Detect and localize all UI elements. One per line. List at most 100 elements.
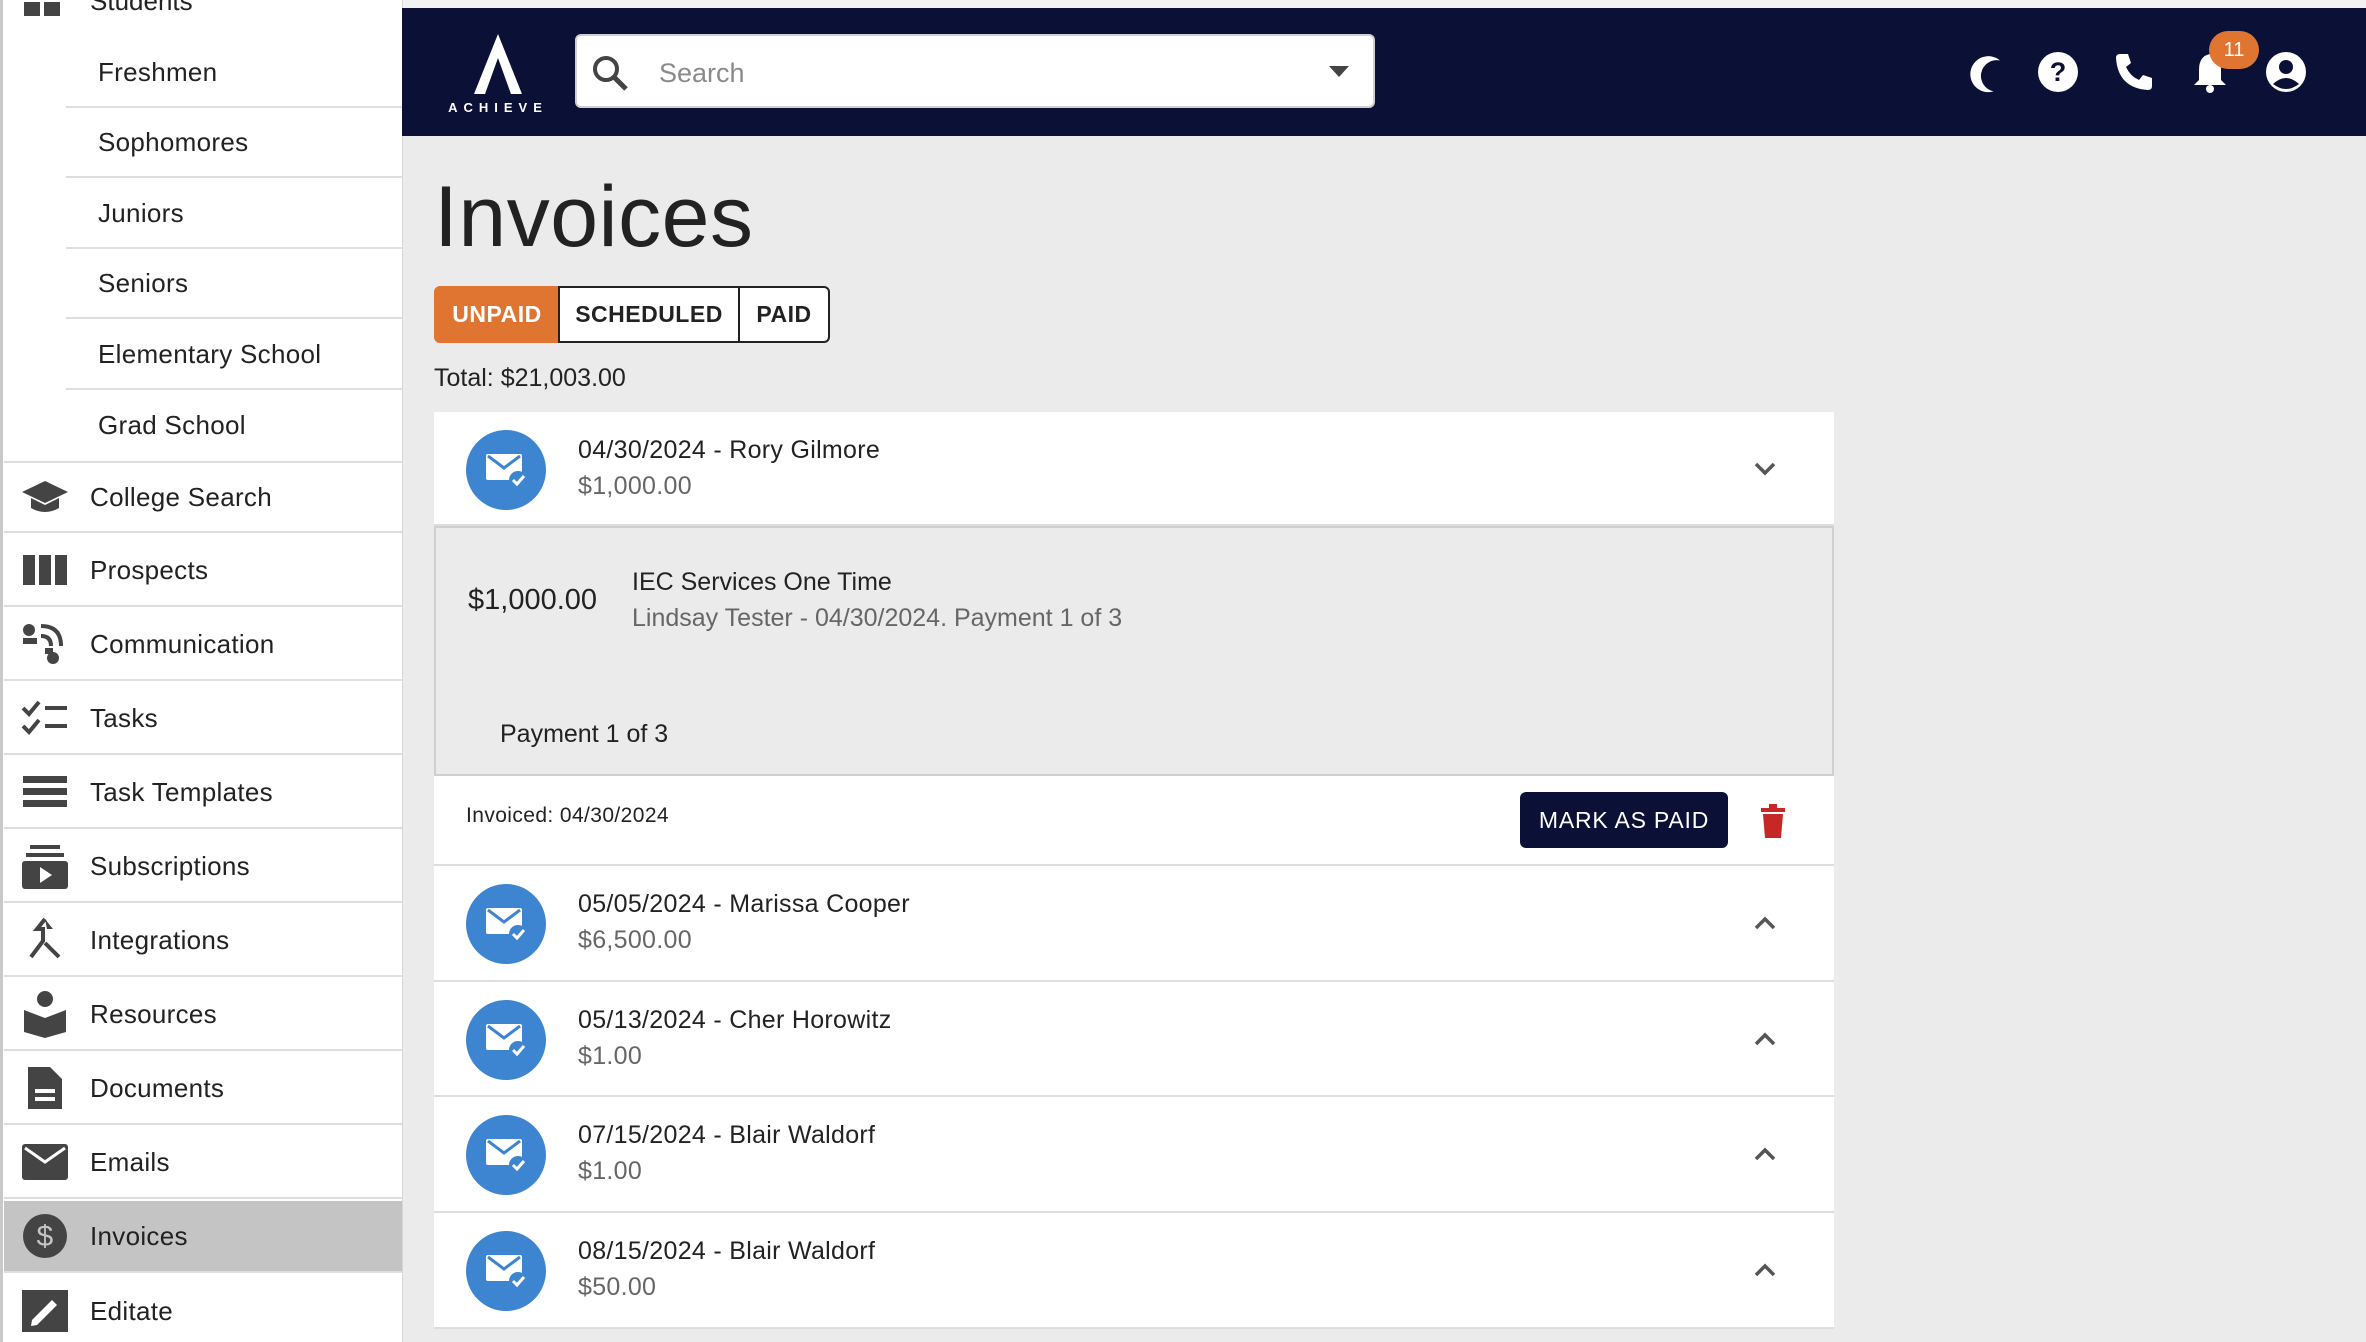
sidebar-item-label: College Search: [90, 481, 272, 512]
communication-icon: [20, 619, 70, 669]
top-app-bar: ACHIEVE ? 11: [402, 8, 2366, 136]
search-dropdown-arrow-icon[interactable]: [1329, 66, 1349, 77]
document-icon: [20, 1063, 70, 1113]
invoice-title: 04/30/2024 - Rory Gilmore: [578, 436, 881, 464]
search-icon: [593, 56, 628, 91]
invoice-amount: $1.00: [578, 1042, 643, 1070]
invoice-row[interactable]: 04/30/2024 - Rory Gilmore $1,000.00: [434, 412, 1834, 526]
sidebar-item-label: Editate: [90, 1295, 174, 1326]
mail-check-icon: [486, 454, 527, 489]
tab-paid[interactable]: PAID: [738, 286, 830, 343]
checklist-icon: [20, 693, 70, 743]
detail-service: IEC Services One Time: [632, 568, 892, 596]
invoice-title: 08/15/2024 - Blair Waldorf: [578, 1237, 876, 1265]
svg-text:$: $: [37, 1220, 54, 1253]
sidebar-item-emails[interactable]: Emails: [4, 1127, 402, 1199]
invoices-total: Total: $21,003.00: [434, 364, 626, 392]
sidebar-item-label: Students: [90, 0, 193, 16]
mail-icon: [20, 1137, 70, 1187]
invoice-title: 07/15/2024 - Blair Waldorf: [578, 1121, 876, 1149]
sidebar-item-communication[interactable]: Communication: [4, 609, 402, 681]
invoice-status-tabs: UNPAID SCHEDULED PAID: [434, 286, 830, 343]
sidebar-item-invoices[interactable]: $ Invoices: [4, 1201, 402, 1273]
page-title: Invoices: [434, 169, 754, 265]
chevron-up-icon[interactable]: [1748, 1022, 1782, 1056]
sidebar-item-task-templates[interactable]: Task Templates: [4, 757, 402, 829]
tab-unpaid[interactable]: UNPAID: [434, 286, 560, 343]
graduation-cap-icon: [20, 472, 70, 522]
invoice-row[interactable]: 05/05/2024 - Marissa Cooper $6,500.00: [434, 866, 1834, 982]
sidebar-subitem-label: Elementary School: [98, 338, 322, 369]
tab-scheduled[interactable]: SCHEDULED: [558, 286, 740, 343]
help-icon[interactable]: ?: [2036, 50, 2080, 94]
search-input[interactable]: [657, 52, 1261, 94]
sidebar-item-label: Tasks: [90, 702, 158, 733]
sidebar-item-label: Emails: [90, 1146, 170, 1177]
invoice-row[interactable]: 05/13/2024 - Cher Horowitz $1.00: [434, 982, 1834, 1097]
detail-subtitle: Lindsay Tester - 04/30/2024. Payment 1 o…: [632, 604, 1123, 632]
svg-text:?: ?: [2050, 57, 2067, 87]
sidebar-edge: [0, 0, 3, 1342]
account-icon[interactable]: [2264, 50, 2308, 94]
sidebar-subitem-label: Freshmen: [98, 56, 218, 87]
chevron-up-icon[interactable]: [1748, 1137, 1782, 1171]
sidebar-item-label: Prospects: [90, 554, 209, 585]
sidebar-subitem-juniors[interactable]: Juniors: [66, 179, 402, 249]
sidebar-item-students[interactable]: Students: [4, 0, 402, 16]
notification-badge: 11: [2209, 31, 2259, 69]
sidebar-subitem-label: Sophomores: [98, 126, 249, 157]
sidebar-subitem-freshmen[interactable]: Freshmen: [66, 38, 402, 108]
invoice-avatar: [466, 1115, 546, 1195]
achieve-logo[interactable]: ACHIEVE: [448, 28, 548, 118]
columns-icon: [20, 545, 70, 595]
chevron-down-icon[interactable]: [1748, 452, 1782, 486]
sidebar-subitem-grad-school[interactable]: Grad School: [66, 390, 402, 460]
sidebar-item-subscriptions[interactable]: Subscriptions: [4, 831, 402, 903]
sidebar-item-tasks[interactable]: Tasks: [4, 683, 402, 755]
sidebar-subitem-label: Seniors: [98, 267, 189, 298]
merge-icon: [20, 915, 70, 965]
invoice-avatar: [466, 1000, 546, 1080]
sidebar-item-resources[interactable]: Resources: [4, 979, 402, 1051]
dollar-icon: $: [20, 1211, 70, 1261]
sidebar-subitem-seniors[interactable]: Seniors: [66, 249, 402, 319]
sidebar-item-label: Documents: [90, 1072, 225, 1103]
invoice-amount: $1.00: [578, 1157, 643, 1185]
sidebar-subitem-sophomores[interactable]: Sophomores: [66, 108, 402, 178]
trash-icon[interactable]: [1758, 804, 1788, 838]
sidebar-subitem-label: Grad School: [98, 409, 246, 440]
mail-check-icon: [486, 1024, 527, 1059]
chevron-up-icon[interactable]: [1748, 906, 1782, 940]
mark-as-paid-button[interactable]: MARK AS PAID: [1520, 792, 1728, 848]
detail-payment: Payment 1 of 3: [500, 720, 669, 748]
subscriptions-icon: [20, 841, 70, 891]
invoice-avatar: [466, 430, 546, 510]
sidebar-item-label: Subscriptions: [90, 850, 250, 881]
sidebar-item-editate[interactable]: Editate: [4, 1275, 402, 1342]
search-box[interactable]: [575, 34, 1375, 108]
sidebar-subitem-elementary-school[interactable]: Elementary School: [66, 320, 402, 390]
sidebar-item-college-search[interactable]: College Search: [4, 461, 402, 533]
detail-amount: $1,000.00: [468, 584, 598, 616]
invoice-row[interactable]: 07/15/2024 - Blair Waldorf $1.00: [434, 1097, 1834, 1213]
invoice-row[interactable]: 08/15/2024 - Blair Waldorf $50.00: [434, 1213, 1834, 1329]
invoice-amount: $6,500.00: [578, 926, 692, 954]
invoice-amount: $50.00: [578, 1273, 657, 1301]
mail-check-icon: [486, 1139, 527, 1174]
sidebar-item-documents[interactable]: Documents: [4, 1053, 402, 1125]
sidebar: Students Freshmen Sophomores Juniors Sen…: [0, 0, 403, 1342]
sidebar-item-label: Invoices: [90, 1220, 188, 1251]
students-icon: [24, 2, 60, 16]
list-icon: [20, 767, 70, 817]
sidebar-subitem-label: Juniors: [98, 197, 184, 228]
sidebar-item-integrations[interactable]: Integrations: [4, 905, 402, 977]
dark-mode-icon[interactable]: [1962, 50, 2006, 94]
sidebar-item-label: Resources: [90, 998, 217, 1029]
phone-icon[interactable]: [2112, 50, 2156, 94]
mail-check-icon: [486, 908, 527, 943]
sidebar-item-prospects[interactable]: Prospects: [4, 535, 402, 607]
invoice-avatar: [466, 1231, 546, 1311]
chevron-up-icon[interactable]: [1748, 1253, 1782, 1287]
sidebar-item-label: Task Templates: [90, 776, 273, 807]
invoiced-date: Invoiced: 04/30/2024: [466, 804, 669, 827]
